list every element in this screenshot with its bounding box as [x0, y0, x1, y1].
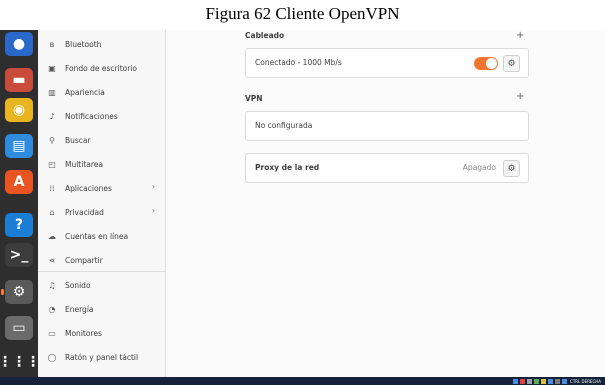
sidebar-item-notifications[interactable]: ♪ Notificaciones [38, 105, 165, 127]
vpn-row: No configurada [245, 111, 529, 141]
chevron-right-icon: › [151, 206, 155, 215]
search-icon: ⚲ [49, 135, 55, 145]
rhythmbox-icon[interactable]: ◉ [5, 98, 33, 122]
tray-icon [520, 378, 526, 384]
tray-icon [548, 378, 554, 384]
wired-connection-row: Conectado - 1000 Mb/s ⚙ [245, 48, 529, 78]
chevron-right-icon: › [151, 182, 155, 191]
proxy-row[interactable]: Proxy de la red Apagado ⚙ [245, 153, 529, 183]
tray-icon [534, 378, 540, 384]
appearance-icon: ▥ [48, 87, 56, 97]
gear-icon: ⚙ [507, 163, 516, 174]
monitor-icon: ▭ [48, 328, 56, 338]
sidebar-item-online-accounts[interactable]: ☁ Cuentas en línea [38, 225, 165, 247]
software-icon[interactable]: A [5, 170, 33, 194]
sidebar-item-background[interactable]: ▣ Fondo de escritorio [38, 57, 165, 79]
vpn-status: No configurada [255, 121, 313, 130]
gear-icon: ⚙ [507, 58, 516, 69]
vpn-section-title: VPN [245, 94, 263, 103]
proxy-status: Apagado [462, 163, 496, 172]
drive-icon[interactable]: ▭ [5, 316, 33, 340]
sidebar-item-search[interactable]: ⚲ Buscar [38, 129, 165, 151]
proxy-settings-button[interactable]: ⚙ [503, 160, 520, 177]
sidebar-item-displays[interactable]: ▭ Monitores [38, 322, 165, 344]
add-wired-button[interactable]: + [516, 30, 524, 41]
bluetooth-icon: ʙ [49, 39, 55, 49]
multitask-icon: ◰ [48, 159, 56, 169]
proxy-label: Proxy de la red [255, 163, 320, 172]
app-grid-icon[interactable]: ⋮⋮⋮ [0, 350, 40, 374]
sidebar-divider [38, 271, 165, 272]
share-icon: ⋖ [48, 255, 56, 265]
power-icon: ◔ [48, 304, 56, 314]
help-icon[interactable]: ? [5, 213, 33, 237]
tray-icon [541, 378, 547, 384]
host-key-label: CTRL DERECHA [570, 378, 601, 384]
tray-icon [555, 378, 561, 384]
sidebar-item-applications[interactable]: ⁞⁞ Aplicaciones › [38, 177, 165, 199]
tray-icon [513, 378, 519, 384]
sidebar-item-power[interactable]: ◔ Energía [38, 298, 165, 320]
sidebar-item-multitasking[interactable]: ◰ Multitarea [38, 153, 165, 175]
sidebar-item-privacy[interactable]: ⌂ Privacidad › [38, 201, 165, 223]
wired-toggle[interactable] [474, 57, 498, 70]
privacy-icon: ⌂ [49, 207, 55, 217]
settings-icon[interactable]: ⚙ [1, 280, 33, 304]
add-vpn-button[interactable]: + [516, 91, 524, 102]
network-panel: Cableado + Conectado - 1000 Mb/s ⚙ VPN +… [166, 30, 605, 377]
tray-icon [562, 378, 568, 384]
system-tray: CTRL DERECHA [511, 377, 601, 385]
thunderbird-icon[interactable]: ● [5, 32, 33, 56]
tray-icon [527, 378, 533, 384]
dock: ● ▬ ◉ ▤ A ? >_ ⚙ ▭ ⋮⋮⋮ [0, 30, 40, 377]
sidebar-item-sound[interactable]: ♫ Sonido [38, 274, 165, 296]
cloud-icon: ☁ [48, 231, 56, 241]
writer-icon[interactable]: ▤ [5, 134, 33, 158]
music-icon: ♫ [48, 280, 56, 290]
figure-caption: Figura 62 Cliente OpenVPN [0, 0, 605, 30]
apps-icon: ⁞⁞ [49, 183, 55, 193]
wired-section-title: Cableado [245, 31, 285, 40]
sidebar-item-appearance[interactable]: ▥ Apariencia [38, 81, 165, 103]
bell-icon: ♪ [49, 111, 55, 121]
sidebar-item-bluetooth[interactable]: ʙ Bluetooth [38, 33, 165, 55]
settings-sidebar: ʙ Bluetooth ▣ Fondo de escritorio ▥ Aparien… [38, 30, 166, 377]
terminal-icon[interactable]: >_ [5, 243, 33, 267]
wired-settings-button[interactable]: ⚙ [503, 55, 520, 72]
mouse-icon: ◯ [47, 352, 57, 362]
background-icon: ▣ [48, 63, 56, 73]
sidebar-item-sharing[interactable]: ⋖ Compartir [38, 249, 165, 271]
files-icon[interactable]: ▬ [5, 68, 33, 92]
host-taskbar: CTRL DERECHA [0, 377, 605, 385]
sidebar-item-mouse-touchpad[interactable]: ◯ Ratón y panel táctil [38, 346, 165, 368]
wired-status: Conectado - 1000 Mb/s [255, 58, 342, 67]
